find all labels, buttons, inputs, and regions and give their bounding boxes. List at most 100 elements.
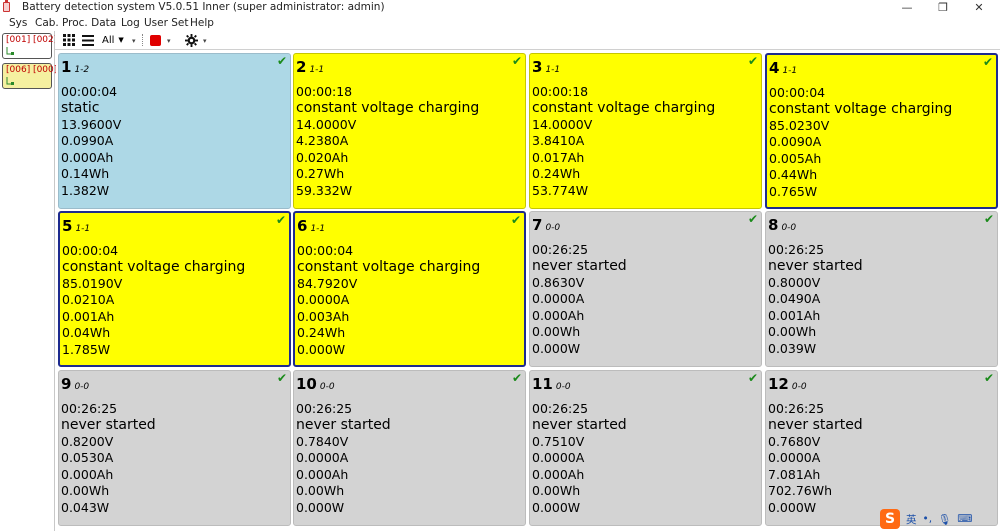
filter-dropdown[interactable]: All ▼ bbox=[102, 33, 124, 47]
channel-cell-11[interactable]: 11 0-0 ✔ 00:26:25 never started 0.7510V 0.0000… bbox=[529, 370, 762, 526]
cabinet-card-2[interactable]: [006] [000] bbox=[2, 63, 57, 89]
current-value: 0.0000A bbox=[532, 450, 585, 465]
channel-cell-12[interactable]: 12 0-0 ✔ 00:26:25 never started 0.7680V 0.0000… bbox=[765, 370, 998, 526]
voltage-value: 85.0230V bbox=[769, 118, 830, 133]
energy-value: 0.44Wh bbox=[769, 167, 818, 182]
energy-value: 0.00Wh bbox=[296, 483, 345, 498]
channel-status: constant voltage charging bbox=[296, 100, 480, 116]
elapsed-time: 00:26:25 bbox=[532, 401, 589, 416]
channel-cell-8[interactable]: 8 0-0 ✔ 00:26:25 never started 0.8000V 0.0490A… bbox=[765, 211, 998, 367]
channel-status: never started bbox=[61, 417, 156, 433]
channel-cell-9[interactable]: 9 0-0 ✔ 00:26:25 never started 0.8200V 0.0530A… bbox=[58, 370, 291, 526]
toolbar-caret-icon[interactable]: ▾ bbox=[167, 37, 171, 45]
toolbar-caret-icon[interactable]: ▾ bbox=[203, 37, 207, 45]
stop-icon[interactable] bbox=[150, 33, 161, 47]
ime-punctuation[interactable]: •, bbox=[923, 513, 933, 525]
sogou-logo-icon[interactable]: S bbox=[880, 509, 900, 529]
minimize-button[interactable]: — bbox=[890, 0, 924, 15]
current-value: 0.0490A bbox=[768, 291, 821, 306]
tree-icon bbox=[6, 77, 14, 85]
grid-view-icon[interactable] bbox=[63, 33, 75, 47]
current-value: 0.0000A bbox=[532, 291, 585, 306]
energy-value: 0.04Wh bbox=[62, 325, 111, 340]
menu-sys[interactable]: Sys bbox=[9, 15, 27, 31]
menu-help[interactable]: Help bbox=[190, 15, 214, 31]
check-icon: ✔ bbox=[510, 213, 521, 227]
energy-value: 0.14Wh bbox=[61, 166, 110, 181]
channel-cell-4[interactable]: 4 1-1 ✔ 00:00:04 constant voltage charging 85… bbox=[765, 53, 998, 209]
channel-step: 1-2 bbox=[74, 65, 90, 75]
capacity-value: 0.001Ah bbox=[768, 308, 821, 323]
toolbar-caret-icon[interactable]: ▾ bbox=[132, 37, 136, 45]
capacity-value: 0.003Ah bbox=[297, 309, 350, 324]
current-value: 0.0530A bbox=[61, 450, 114, 465]
voltage-value: 0.8000V bbox=[768, 275, 821, 290]
menu-cab[interactable]: Cab. bbox=[35, 15, 59, 31]
capacity-value: 0.005Ah bbox=[769, 151, 822, 166]
energy-value: 0.24Wh bbox=[532, 166, 581, 181]
channel-status: static bbox=[61, 100, 100, 116]
elapsed-time: 00:00:04 bbox=[61, 84, 118, 99]
voltage-value: 13.9600V bbox=[61, 117, 122, 132]
microphone-icon[interactable]: 🎙 bbox=[938, 513, 951, 526]
channel-cell-1[interactable]: 1 1-2 ✔ 00:00:04 static 13.9600V 0.0990A 0.000A… bbox=[58, 53, 291, 209]
channel-step: 0-0 bbox=[781, 223, 797, 233]
channel-header: 12 0-0 bbox=[768, 374, 807, 393]
channel-cell-6[interactable]: 6 1-1 ✔ 00:00:04 constant voltage charging 84… bbox=[293, 211, 526, 367]
channel-step: 0-0 bbox=[791, 382, 807, 392]
channel-number: 10 bbox=[296, 375, 317, 393]
power-value: 0.000W bbox=[296, 500, 345, 515]
channel-cell-3[interactable]: 3 1-1 ✔ 00:00:18 constant voltage charging 14… bbox=[529, 53, 762, 209]
channel-cell-10[interactable]: 10 0-0 ✔ 00:26:25 never started 0.7840V 0.0000… bbox=[293, 370, 526, 526]
power-value: 0.000W bbox=[532, 500, 581, 515]
elapsed-time: 00:00:04 bbox=[769, 85, 826, 100]
keyboard-icon[interactable]: ⌨ bbox=[957, 513, 972, 525]
voltage-value: 0.8200V bbox=[61, 434, 114, 449]
channel-header: 4 1-1 bbox=[769, 58, 797, 77]
check-icon: ✔ bbox=[511, 371, 522, 385]
restore-button[interactable]: ❐ bbox=[926, 0, 960, 15]
channel-header: 8 0-0 bbox=[768, 215, 796, 234]
menu-user-set[interactable]: User Set bbox=[144, 15, 189, 31]
channel-number: 1 bbox=[61, 58, 72, 76]
power-value: 53.774W bbox=[532, 183, 589, 198]
current-value: 0.0000A bbox=[768, 450, 821, 465]
close-button[interactable]: ✕ bbox=[962, 0, 996, 15]
elapsed-time: 00:26:25 bbox=[768, 242, 825, 257]
power-value: 0.765W bbox=[769, 184, 818, 199]
channel-status: constant voltage charging bbox=[532, 100, 716, 116]
battery-app-icon bbox=[3, 0, 10, 12]
channel-step: 0-0 bbox=[74, 382, 90, 392]
capacity-value: 0.020Ah bbox=[296, 150, 349, 165]
current-value: 0.0210A bbox=[62, 292, 115, 307]
power-value: 0.043W bbox=[61, 500, 110, 515]
check-icon: ✔ bbox=[275, 213, 286, 227]
ime-language[interactable]: 英 bbox=[906, 512, 917, 527]
current-value: 4.2380A bbox=[296, 133, 349, 148]
energy-value: 0.00Wh bbox=[532, 483, 581, 498]
channel-step: 1-1 bbox=[545, 65, 561, 75]
gear-icon[interactable] bbox=[185, 33, 198, 47]
cabinet-card-1[interactable]: [001] [002] bbox=[2, 33, 57, 59]
check-icon: ✔ bbox=[747, 54, 758, 68]
capacity-value: 0.000Ah bbox=[61, 150, 114, 165]
window-title: Battery detection system V5.0.51 Inner (… bbox=[22, 1, 385, 13]
elapsed-time: 00:26:25 bbox=[532, 242, 589, 257]
channel-status: never started bbox=[768, 258, 863, 274]
channel-cell-7[interactable]: 7 0-0 ✔ 00:26:25 never started 0.8630V 0.0000A… bbox=[529, 211, 762, 367]
menu-log[interactable]: Log bbox=[121, 15, 140, 31]
channel-number: 9 bbox=[61, 375, 72, 393]
current-value: 0.0000A bbox=[297, 292, 350, 307]
channel-cell-5[interactable]: 5 1-1 ✔ 00:00:04 constant voltage charging 85… bbox=[58, 211, 291, 367]
energy-value: 0.00Wh bbox=[768, 324, 817, 339]
channel-number: 12 bbox=[768, 375, 789, 393]
check-icon: ✔ bbox=[983, 212, 994, 226]
ime-toolbar: S 英 •, 🎙 ⌨ bbox=[880, 508, 996, 530]
voltage-value: 0.8630V bbox=[532, 275, 585, 290]
power-value: 0.000W bbox=[768, 500, 817, 515]
list-view-icon[interactable] bbox=[82, 33, 94, 47]
channel-cell-2[interactable]: 2 1-1 ✔ 00:00:18 constant voltage charging 14… bbox=[293, 53, 526, 209]
current-value: 0.0090A bbox=[769, 134, 822, 149]
menu-proc-data[interactable]: Proc. Data bbox=[62, 15, 116, 31]
voltage-value: 0.7840V bbox=[296, 434, 349, 449]
